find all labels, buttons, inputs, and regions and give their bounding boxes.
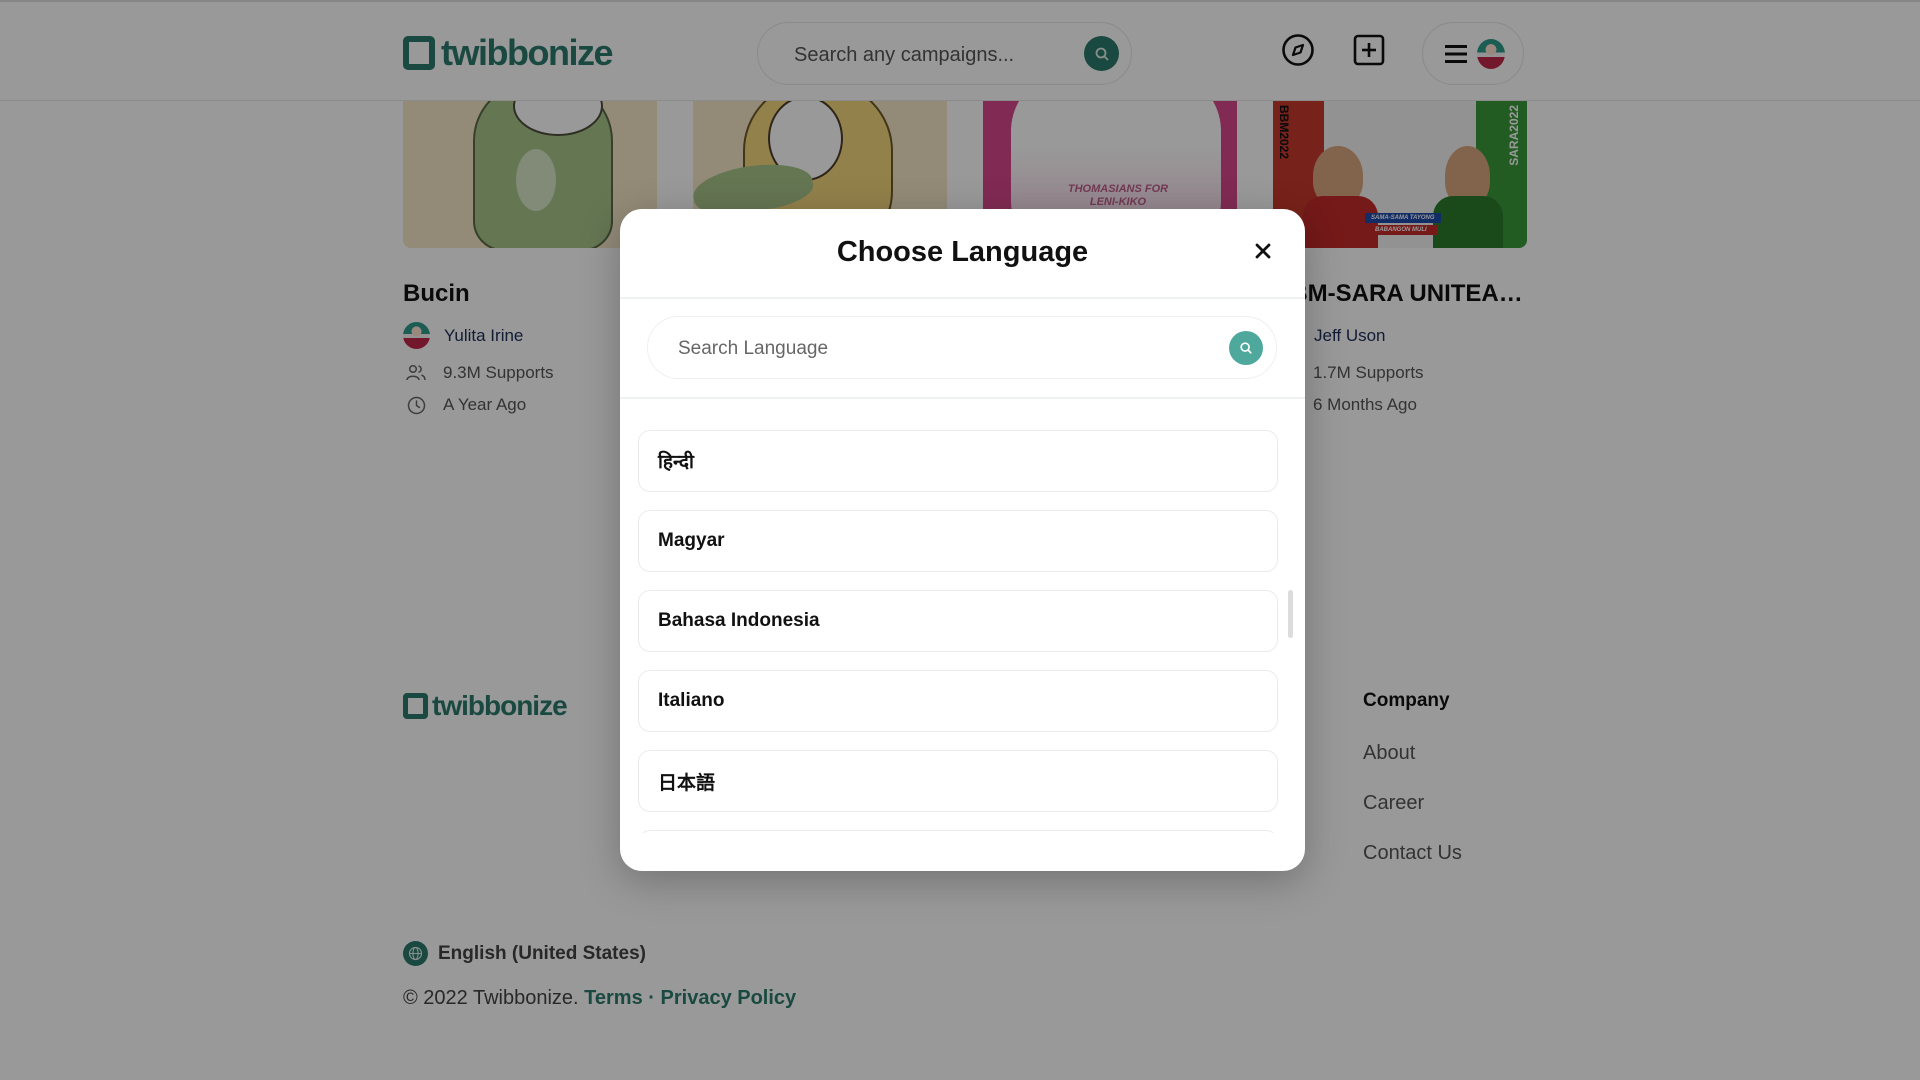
search-icon (1240, 342, 1252, 354)
language-option-japanese[interactable]: 日本語 (638, 750, 1278, 812)
language-search-input[interactable] (678, 335, 1198, 363)
language-option-partial[interactable] (638, 830, 1278, 833)
language-list[interactable]: हिन्दी Magyar Bahasa Indonesia Italiano … (638, 430, 1278, 833)
modal-title: Choose Language (836, 236, 1089, 268)
language-search-section (620, 299, 1305, 399)
close-icon (1255, 243, 1271, 259)
close-modal-button[interactable] (1251, 239, 1275, 263)
modal-header: Choose Language (620, 209, 1305, 299)
scrollbar-thumb[interactable] (1288, 590, 1293, 638)
language-option-bahasa-indonesia[interactable]: Bahasa Indonesia (638, 590, 1278, 652)
language-list-scrollbar[interactable] (1288, 430, 1294, 833)
choose-language-modal: Choose Language हिन्दी Magyar Bahasa Ind… (620, 209, 1305, 871)
language-search-button[interactable] (1229, 331, 1263, 365)
language-option-magyar[interactable]: Magyar (638, 510, 1278, 572)
language-option-italiano[interactable]: Italiano (638, 670, 1278, 732)
language-option-hindi[interactable]: हिन्दी (638, 430, 1278, 492)
language-search-bar (647, 316, 1277, 379)
